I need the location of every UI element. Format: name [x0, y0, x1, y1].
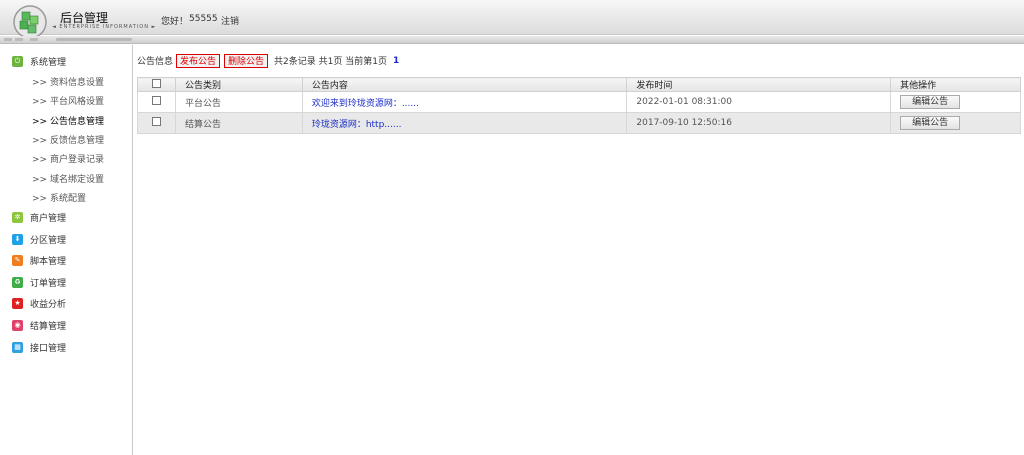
column-header: 发布时间: [626, 77, 892, 92]
row-time: 2017-09-10 12:50:16: [626, 112, 892, 134]
gear-icon: ✲: [12, 211, 23, 223]
edit-announcement-button[interactable]: 编辑公告: [900, 116, 961, 130]
star-icon: ★: [12, 297, 23, 309]
sidebar-group-label: 结算管理: [30, 321, 67, 332]
row-content-cell: 欢迎来到玲珑资源网：......: [301, 91, 628, 113]
row-content-cell: 玲珑资源网：http......: [301, 112, 628, 134]
announcement-table: 公告类别 公告内容 发布时间 其他操作 平台公告 欢迎来到玲珑资源网：.....…: [137, 77, 1021, 134]
row-type: 平台公告: [174, 91, 303, 113]
cube-logo-icon: [13, 5, 47, 39]
edit-announcement-button[interactable]: 编辑公告: [900, 95, 961, 109]
download-icon: ⬇: [12, 233, 23, 245]
sidebar-group-order[interactable]: ♻ 订单管理: [12, 275, 66, 289]
row-checkbox[interactable]: [152, 117, 161, 126]
username-text: 55555: [189, 14, 218, 24]
row-checkbox[interactable]: [152, 96, 161, 105]
recycle-icon: ♻: [12, 276, 23, 288]
table-header-row: 公告类别 公告内容 发布时间 其他操作: [137, 77, 1021, 92]
sidebar-group-label: 分区管理: [30, 235, 67, 246]
section-label: 公告信息: [137, 57, 174, 67]
grid-icon: ▦: [12, 341, 23, 353]
sidebar-group-script[interactable]: ✎ 脚本管理: [12, 253, 66, 267]
action-bar: 公告信息 发布公告 删除公告 共2条记录 共1页 当前第1页 1: [137, 53, 1021, 68]
app-subtitle: ◄ ENTERPRISE INFORMATION ►: [52, 24, 157, 30]
delete-announcement-button[interactable]: 删除公告: [224, 53, 269, 68]
sidebar-item-profile[interactable]: >> 资料信息设置: [32, 75, 104, 88]
row-action-cell: 编辑公告: [890, 91, 1021, 113]
row-time: 2022-01-01 08:31:00: [626, 91, 892, 113]
sidebar-group-label: 脚本管理: [30, 256, 67, 267]
sidebar-item-style[interactable]: >> 平台风格设置: [32, 94, 104, 107]
row-checkbox-cell: [137, 91, 176, 113]
top-header: 后台管理 ◄ ENTERPRISE INFORMATION ► 您好！ 5555…: [0, 0, 1024, 39]
sidebar-group-partition[interactable]: ⬇ 分区管理: [12, 232, 66, 246]
sidebar-item-login-records[interactable]: >> 商户登录记录: [32, 152, 104, 165]
sidebar-group-label: 收益分析: [30, 299, 67, 310]
main-content: 公告信息 发布公告 删除公告 共2条记录 共1页 当前第1页 1 公告类别 公告…: [137, 53, 1021, 134]
sidebar: ⏻ 系统管理 >> 资料信息设置 >> 平台风格设置 >> 公告信息管理 >> …: [0, 45, 133, 455]
sidebar-group-merchant[interactable]: ✲ 商户管理: [12, 210, 66, 224]
select-all-cell: [137, 77, 176, 92]
pager-page-link[interactable]: 1: [393, 56, 399, 66]
logout-link[interactable]: 注销: [221, 14, 239, 27]
select-all-checkbox[interactable]: [152, 78, 161, 88]
pencil-icon: ✎: [12, 254, 23, 266]
sidebar-item-announcements[interactable]: >> 公告信息管理: [32, 114, 104, 127]
sidebar-group-system[interactable]: ⏻ 系统管理: [12, 54, 66, 68]
target-icon: ◉: [12, 319, 23, 331]
sidebar-group-label: 商户管理: [30, 213, 67, 224]
strip-bar: [56, 38, 132, 41]
column-header: 其他操作: [890, 77, 1021, 92]
sidebar-group-settlement[interactable]: ◉ 结算管理: [12, 318, 66, 332]
column-header: 公告内容: [301, 77, 628, 92]
row-content-link[interactable]: 欢迎来到玲珑资源网：......: [312, 99, 419, 109]
sidebar-item-feedback[interactable]: >> 反馈信息管理: [32, 133, 104, 146]
power-icon: ⏻: [12, 55, 23, 67]
strip-dot: [15, 38, 23, 41]
sidebar-item-config[interactable]: >> 系统配置: [32, 191, 86, 204]
pager-summary: 共2条记录 共1页 当前第1页: [274, 57, 387, 67]
row-content-link[interactable]: 玲珑资源网：http......: [312, 120, 402, 130]
column-header: 公告类别: [174, 77, 303, 92]
greeting-text: 您好！: [161, 17, 189, 27]
row-type: 结算公告: [174, 112, 303, 134]
sidebar-item-domain[interactable]: >> 域名绑定设置: [32, 172, 104, 185]
sidebar-group-revenue[interactable]: ★ 收益分析: [12, 296, 66, 310]
table-row: 平台公告 欢迎来到玲珑资源网：...... 2022-01-01 08:31:0…: [137, 91, 1021, 113]
row-checkbox-cell: [137, 112, 176, 134]
header-toolbar-strip: [0, 36, 1024, 44]
table-row: 结算公告 玲珑资源网：http...... 2017-09-10 12:50:1…: [137, 112, 1021, 134]
sidebar-group-api[interactable]: ▦ 接口管理: [12, 340, 66, 354]
sidebar-group-label: 订单管理: [30, 278, 67, 289]
sidebar-group-label: 接口管理: [30, 343, 67, 354]
publish-announcement-button[interactable]: 发布公告: [176, 53, 221, 68]
sidebar-group-label: 系统管理: [30, 57, 67, 68]
strip-dot: [30, 38, 38, 41]
row-action-cell: 编辑公告: [890, 112, 1021, 134]
strip-dot: [4, 38, 12, 41]
